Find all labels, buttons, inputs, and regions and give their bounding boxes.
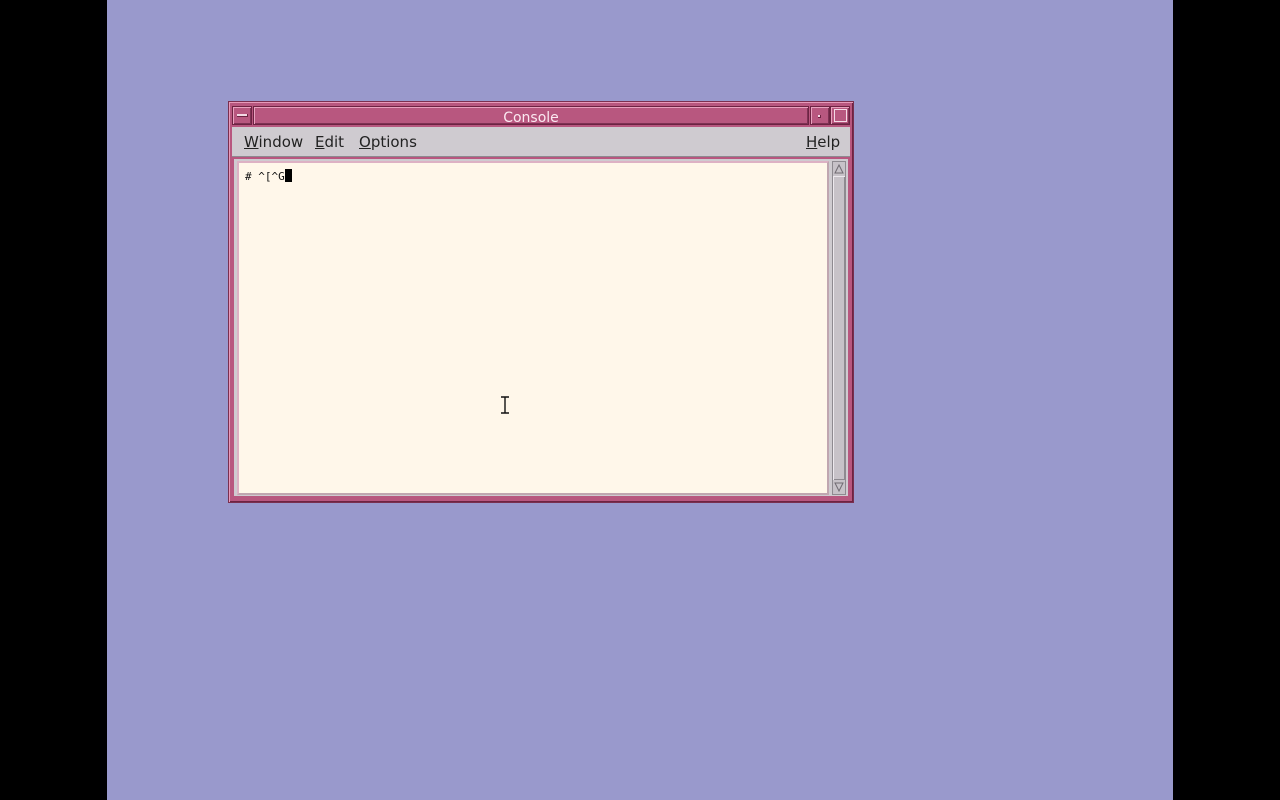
title-bar[interactable]: Console [232, 105, 850, 126]
minimize-icon [818, 115, 821, 118]
menu-options-label: ptions [370, 133, 417, 151]
terminal-line: # ^[^G [245, 169, 292, 184]
arrow-down-icon [834, 482, 844, 492]
title-area[interactable]: Console [253, 106, 809, 126]
menu-window[interactable]: Window [244, 133, 303, 151]
scroll-thumb[interactable] [833, 176, 845, 480]
content-frame: # ^[^G [234, 159, 848, 496]
menu-options-mnemonic: O [359, 133, 371, 151]
menu-help[interactable]: Help [806, 133, 840, 151]
console-window: Console Window Edit Options Help # ^[^G [228, 101, 854, 503]
menu-edit-label: dit [324, 133, 345, 151]
ibeam-cursor-icon [501, 396, 509, 414]
scroll-up-button[interactable] [833, 162, 845, 176]
terminal-area[interactable]: # ^[^G [237, 161, 829, 495]
menu-bar: Window Edit Options Help [232, 127, 850, 157]
menu-options[interactable]: Options [359, 133, 417, 151]
menu-edit[interactable]: Edit [315, 133, 344, 151]
minimize-button[interactable] [810, 106, 830, 125]
arrow-up-icon [834, 164, 844, 174]
maximize-button[interactable] [830, 106, 850, 125]
menu-help-label: elp [817, 133, 841, 151]
window-title: Console [503, 110, 559, 126]
menu-window-label: indow [258, 133, 304, 151]
scroll-down-button[interactable] [833, 480, 845, 494]
window-menu-icon [237, 114, 248, 117]
terminal-text: # ^[^G [245, 170, 285, 183]
vertical-scrollbar[interactable] [832, 161, 846, 495]
menu-window-mnemonic: W [244, 133, 259, 151]
window-menu-button[interactable] [232, 106, 252, 125]
maximize-icon [834, 109, 847, 122]
menu-help-mnemonic: H [806, 133, 818, 151]
text-cursor [284, 169, 292, 182]
